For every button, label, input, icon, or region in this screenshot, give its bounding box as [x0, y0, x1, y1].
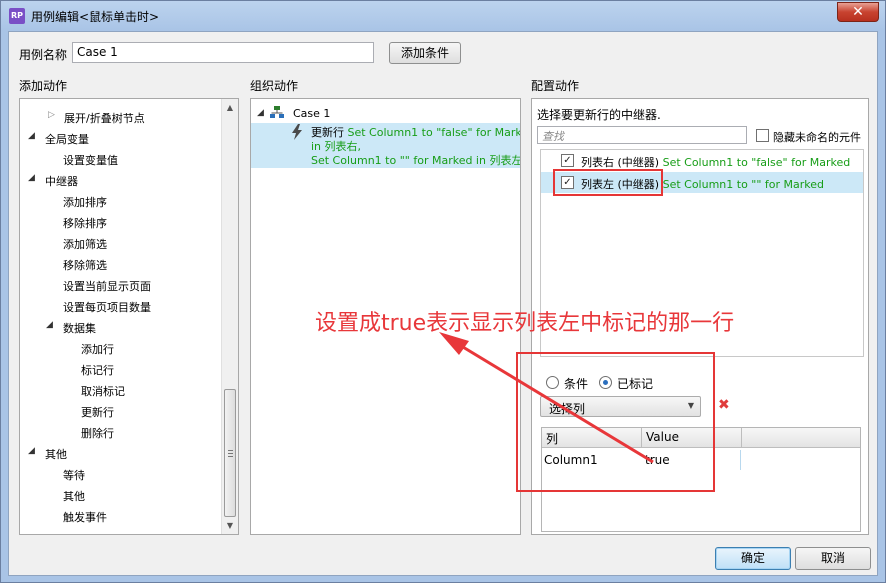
- repeater-right-label: 列表右 (中继器) Set Column1 to "false" for Mar…: [581, 156, 851, 169]
- repeater-prompt: 选择要更新行的中继器.: [537, 108, 661, 122]
- tree-collapse-arrow[interactable]: ◢: [46, 320, 53, 330]
- tree-item-dataset[interactable]: 数据集: [63, 320, 96, 336]
- dialog-window: RP 用例编辑<鼠标单击时> ✕ 用例名称 Case 1 添加条件 添加动作 组…: [0, 0, 886, 583]
- tree-item-wait[interactable]: 等待: [63, 467, 85, 483]
- tree-item-delete-row[interactable]: 删除行: [81, 425, 114, 441]
- tree-item-set-variable[interactable]: 设置变量值: [63, 152, 118, 168]
- axure-app-icon: RP: [9, 8, 25, 24]
- repeater-row-right[interactable]: ✓ 列表右 (中继器) Set Column1 to "false" for M…: [541, 150, 863, 171]
- hide-unnamed-checkbox[interactable]: [756, 129, 769, 142]
- search-input[interactable]: 查找: [537, 126, 747, 144]
- action-description: 更新行 Set Column1 to "false" for Marked in…: [311, 126, 521, 168]
- add-action-header: 添加动作: [19, 79, 68, 93]
- tree-item-update-row[interactable]: 更新行: [81, 404, 114, 420]
- organize-action-header: 组织动作: [250, 79, 299, 93]
- tree-item-unmark-row[interactable]: 取消标记: [81, 383, 125, 399]
- tree-item-add-row[interactable]: 添加行: [81, 341, 114, 357]
- cancel-button[interactable]: 取消: [795, 547, 871, 570]
- action-detail-line3: Set Column1 to "" for Marked in 列表左: [311, 154, 521, 167]
- tree-item-fire-event[interactable]: 触发事件: [63, 509, 107, 525]
- tree-item-add-sort[interactable]: 添加排序: [63, 194, 107, 210]
- annotation-text: 设置成true表示显示列表左中标记的那一行: [315, 311, 735, 336]
- hide-unnamed-label: 隐藏未命名的元件: [773, 131, 861, 144]
- action-name: 更新行: [311, 126, 344, 139]
- case-collapse-arrow[interactable]: ◢: [257, 108, 264, 118]
- action-tree-panel: ▷ 展开/折叠树节点 ◢ 全局变量 设置变量值 ◢ 中继器 添加排序 移除排序 …: [19, 98, 239, 535]
- close-window-button[interactable]: ✕: [837, 2, 879, 22]
- delete-column-icon[interactable]: ✖: [718, 397, 730, 413]
- tree-expand-arrow[interactable]: ▷: [48, 110, 55, 120]
- tree-item-set-items-per-page[interactable]: 设置每页项目数量: [63, 299, 151, 315]
- case-tree-icon: [270, 106, 284, 119]
- window-title: 用例编辑<鼠标单击时>: [31, 10, 160, 24]
- tree-item-remove-filter[interactable]: 移除筛选: [63, 257, 107, 273]
- tree-item-mark-row[interactable]: 标记行: [81, 362, 114, 378]
- scroll-thumb[interactable]: [224, 389, 236, 517]
- annotation-arrow-icon: [439, 332, 654, 464]
- configure-action-header: 配置动作: [531, 79, 580, 93]
- tree-collapse-arrow[interactable]: ◢: [28, 173, 35, 183]
- tree-item-other-action[interactable]: 其他: [63, 488, 85, 504]
- tree-item-add-filter[interactable]: 添加筛选: [63, 236, 107, 252]
- ok-button[interactable]: 确定: [715, 547, 791, 570]
- title-bar[interactable]: RP 用例编辑<鼠标单击时> ✕: [1, 1, 885, 31]
- tree-item-set-current-page[interactable]: 设置当前显示页面: [63, 278, 151, 294]
- case-name-label: 用例名称: [19, 48, 68, 62]
- action-tree-scrollbar[interactable]: ▲ ▼: [221, 99, 238, 534]
- tree-item-global-variables[interactable]: 全局变量: [45, 131, 89, 147]
- case-name-node[interactable]: Case 1: [293, 107, 330, 120]
- scroll-down-arrow-icon[interactable]: ▼: [222, 517, 238, 534]
- dialog-client-area: 用例名称 Case 1 添加条件 添加动作 组织动作 配置动作 ▷ 展开/折叠树…: [8, 31, 878, 576]
- case-name-input[interactable]: Case 1: [72, 42, 374, 63]
- tree-collapse-arrow[interactable]: ◢: [28, 131, 35, 141]
- annotation-highlight-box: [553, 169, 663, 196]
- action-detail-line2: in 列表右,: [311, 140, 362, 153]
- action-detail-line1: Set Column1 to "false" for Marked: [344, 126, 521, 139]
- tree-collapse-arrow[interactable]: ◢: [28, 446, 35, 456]
- tree-item-toggle-tree-node[interactable]: 展开/折叠树节点: [64, 110, 145, 126]
- tree-item-repeater[interactable]: 中继器: [45, 173, 78, 189]
- lightning-icon: [291, 124, 303, 140]
- repeater-right-checkbox[interactable]: ✓: [561, 154, 574, 167]
- add-condition-button[interactable]: 添加条件: [389, 42, 461, 64]
- grid-header-filler: [742, 428, 860, 448]
- scroll-up-arrow-icon[interactable]: ▲: [222, 99, 238, 116]
- tree-item-remove-sort[interactable]: 移除排序: [63, 215, 107, 231]
- tree-item-other[interactable]: 其他: [45, 446, 67, 462]
